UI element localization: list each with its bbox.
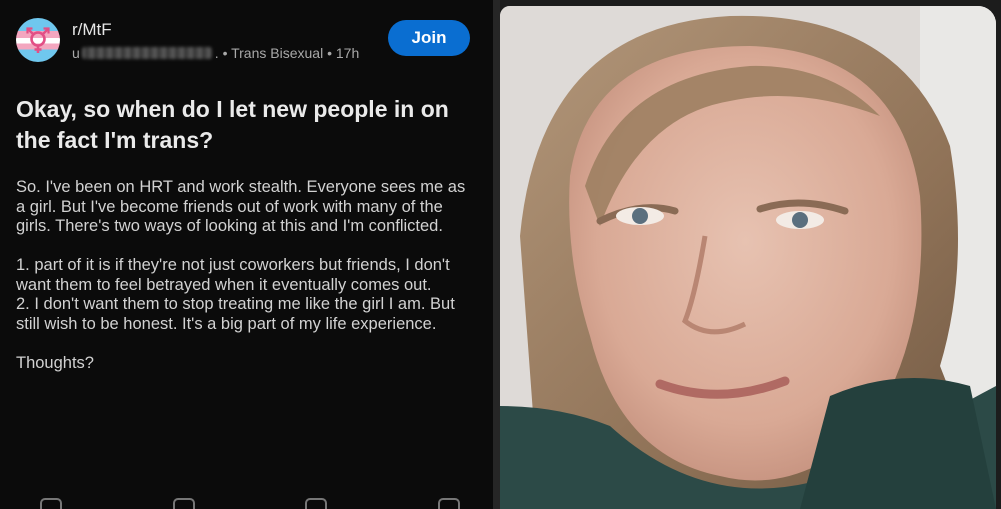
post-meta: u . • Trans Bisexual • 17h <box>72 45 359 61</box>
comment-icon[interactable] <box>172 498 195 509</box>
join-button[interactable]: Join <box>388 20 470 56</box>
body-paragraph: Thoughts? <box>16 353 94 372</box>
username[interactable]: u <box>72 45 80 61</box>
body-paragraph: So. I've been on HRT and work stealth. E… <box>16 178 466 235</box>
post-header: r/MtF u . • Trans Bisexual • 17h Join <box>16 16 476 68</box>
post-title[interactable]: Okay, so when do I let new people in on … <box>16 94 476 156</box>
post-action-bar <box>40 498 460 509</box>
selfie-illustration <box>500 6 996 509</box>
subreddit-name[interactable]: r/MtF <box>72 20 112 40</box>
panel-divider <box>493 0 500 509</box>
body-paragraph: 1. part of it is if they're not just cow… <box>16 256 450 294</box>
redacted-username <box>81 47 212 59</box>
flair-and-timestamp: . • Trans Bisexual • 17h <box>214 45 360 61</box>
award-icon[interactable] <box>437 498 460 509</box>
post-body: So. I've been on HRT and work stealth. E… <box>16 178 476 393</box>
upvote-icon[interactable] <box>40 498 62 509</box>
subreddit-avatar[interactable] <box>16 18 60 62</box>
body-paragraph: 2. I don't want them to stop treating me… <box>16 295 455 333</box>
portrait-photo <box>500 6 996 509</box>
trans-symbol-icon <box>26 27 50 53</box>
share-icon[interactable] <box>305 498 328 509</box>
reddit-post-card: r/MtF u . • Trans Bisexual • 17h Join Ok… <box>0 0 493 509</box>
